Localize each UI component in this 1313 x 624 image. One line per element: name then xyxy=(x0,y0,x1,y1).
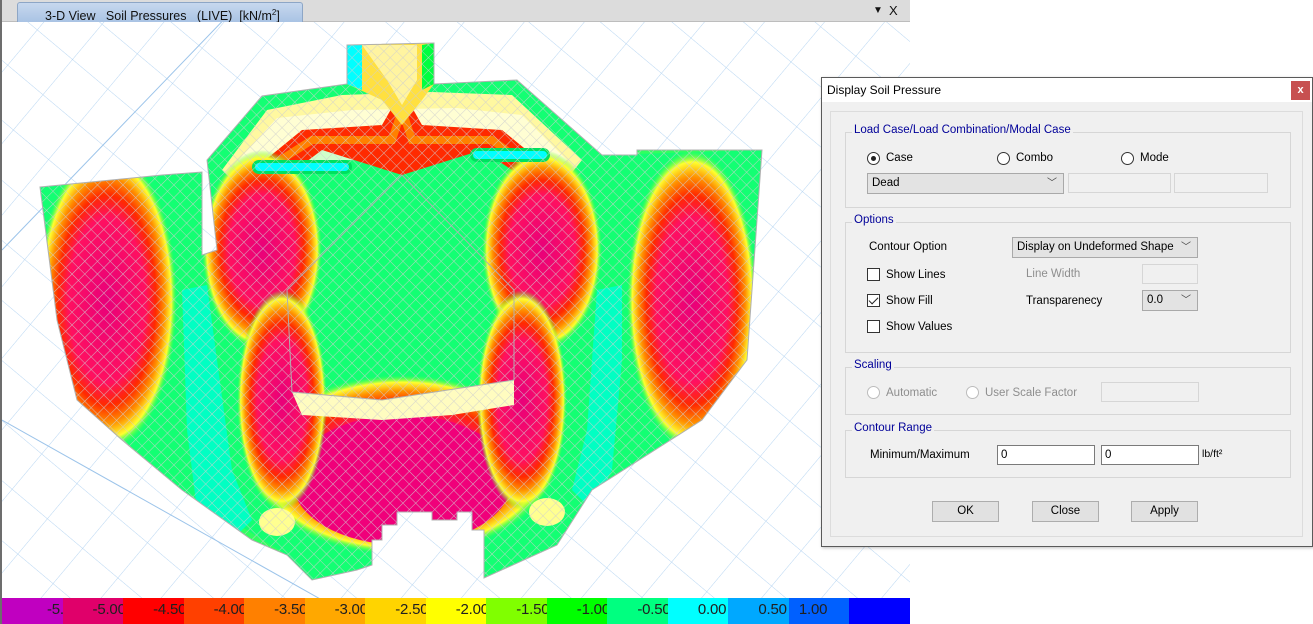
view-tab[interactable]: 3-D View Soil Pressures (LIVE) [kN/m2] xyxy=(17,2,303,23)
chevron-down-icon: ﹀ xyxy=(1047,178,1057,189)
options-group-label: Options xyxy=(852,214,896,226)
combo-field xyxy=(1068,173,1171,193)
colorbar-segment: -3.50 xyxy=(244,598,308,624)
show-fill-checkbox[interactable] xyxy=(867,294,880,307)
show-values-label: Show Values xyxy=(886,321,953,333)
colorbar-segment: -1.50 xyxy=(486,598,550,624)
contour-option-value: Display on Undeformed Shape xyxy=(1017,241,1174,253)
colorbar-segment: -1.00 xyxy=(546,598,610,624)
colorbar-segment: -3.00 xyxy=(304,598,368,624)
show-lines-label: Show Lines xyxy=(886,269,946,281)
combo-radio-label: Combo xyxy=(1016,152,1054,164)
colorbar-label: 0.50 xyxy=(758,601,787,618)
view-titlebar: 3-D View Soil Pressures (LIVE) [kN/m2] ▼… xyxy=(2,0,910,23)
mode-radio[interactable] xyxy=(1121,152,1134,165)
show-values-checkbox[interactable] xyxy=(867,320,880,333)
transparency-label: Transparenecy xyxy=(1026,295,1103,307)
min-value-field[interactable]: 0 xyxy=(997,445,1095,465)
3d-view-window: 3-D View Soil Pressures (LIVE) [kN/m2] ▼… xyxy=(0,0,910,624)
colorbar-label: -0.50 xyxy=(637,601,671,618)
colorbar-label: -1.00 xyxy=(576,601,610,618)
scaling-group-label: Scaling xyxy=(852,359,894,371)
case-select-value: Dead xyxy=(872,177,900,189)
colorbar-label: 1.00 xyxy=(798,601,828,618)
close-icon[interactable]: X xyxy=(889,3,898,18)
dropdown-icon[interactable]: ▼ xyxy=(873,5,883,16)
user-scale-label: User Scale Factor xyxy=(985,387,1078,399)
transparency-select[interactable]: 0.0 ﹀ xyxy=(1142,290,1198,311)
colorbar-label: -3.50 xyxy=(274,601,308,618)
show-fill-label: Show Fill xyxy=(886,295,933,307)
colorbar-label: -5.00 xyxy=(92,601,126,618)
colorbar-segment: -2.50 xyxy=(365,598,429,624)
colorbar-segment: -5.00 xyxy=(62,598,126,624)
unit-label: lb/ft² xyxy=(1202,448,1223,460)
colorbar-segment: 0.00 xyxy=(667,598,729,624)
colorbar-segment: -4.00 xyxy=(183,598,247,624)
model-canvas[interactable] xyxy=(2,22,910,598)
chevron-down-icon: ﹀ xyxy=(1181,295,1191,306)
case-radio[interactable] xyxy=(867,152,880,165)
line-width-field xyxy=(1142,264,1198,284)
automatic-label: Automatic xyxy=(886,387,938,399)
max-value-field[interactable]: 0 xyxy=(1101,445,1199,465)
contour-colorbar: -5.50 -5.00 -4.50 -4.00 -3.50 -3.00 -2.50 -2.00… xyxy=(2,598,910,624)
colorbar-segment: 1.00 xyxy=(788,598,850,624)
colorbar-segment: -2.00 xyxy=(425,598,489,624)
dialog-title: Display Soil Pressure xyxy=(822,78,1312,102)
scale-factor-field xyxy=(1101,382,1199,402)
load-case-group-label: Load Case/Load Combination/Modal Case xyxy=(852,124,1073,136)
user-scale-radio[interactable] xyxy=(966,386,979,399)
colorbar-label: -2.00 xyxy=(455,601,489,618)
colorbar-label: -3.00 xyxy=(334,601,368,618)
chevron-down-icon: ﹀ xyxy=(1181,242,1191,253)
contour-option-select[interactable]: Display on Undeformed Shape ﹀ xyxy=(1012,237,1198,258)
mode-field xyxy=(1174,173,1268,193)
colorbar-segment: -4.50 xyxy=(123,598,187,624)
colorbar-segment: -0.50 xyxy=(607,598,671,624)
combo-radio[interactable] xyxy=(997,152,1010,165)
colorbar-segment xyxy=(849,598,910,624)
colorbar-label: -2.50 xyxy=(395,601,429,618)
colorbar-segment: 0.50 xyxy=(728,598,789,624)
contour-plot xyxy=(2,22,910,598)
mode-radio-label: Mode xyxy=(1140,152,1169,164)
minmax-label: Minimum/Maximum xyxy=(870,449,970,461)
colorbar-label: 0.00 xyxy=(697,601,727,618)
line-width-label: Line Width xyxy=(1026,268,1081,280)
case-select[interactable]: Dead ﹀ xyxy=(867,173,1064,194)
contour-range-group: Contour Range Minimum/Maximum 0 0 lb/ft² xyxy=(845,422,1291,478)
ok-button[interactable]: OK xyxy=(932,501,999,522)
transparency-value: 0.0 xyxy=(1147,294,1163,306)
apply-button[interactable]: Apply xyxy=(1131,501,1198,522)
load-case-group: Load Case/Load Combination/Modal Case Ca… xyxy=(845,124,1291,208)
dialog-close-button[interactable]: x xyxy=(1291,81,1310,100)
automatic-radio[interactable] xyxy=(867,386,880,399)
colorbar-segment: -5.50 xyxy=(2,598,80,624)
options-group: Options Contour Option Display on Undefo… xyxy=(845,214,1291,353)
case-radio-label: Case xyxy=(886,152,913,164)
colorbar-label: -4.50 xyxy=(153,601,187,618)
dialog-body: Load Case/Load Combination/Modal Case Ca… xyxy=(830,111,1303,537)
close-button[interactable]: Close xyxy=(1032,501,1099,522)
colorbar-label: -4.00 xyxy=(213,601,247,618)
contour-range-group-label: Contour Range xyxy=(852,422,934,434)
scaling-group: Scaling Automatic User Scale Factor xyxy=(845,359,1291,415)
contour-option-label: Contour Option xyxy=(869,241,947,253)
display-soil-pressure-dialog: Display Soil Pressure x Load Case/Load C… xyxy=(821,77,1313,547)
show-lines-checkbox[interactable] xyxy=(867,268,880,281)
colorbar-label: -1.50 xyxy=(516,601,550,618)
